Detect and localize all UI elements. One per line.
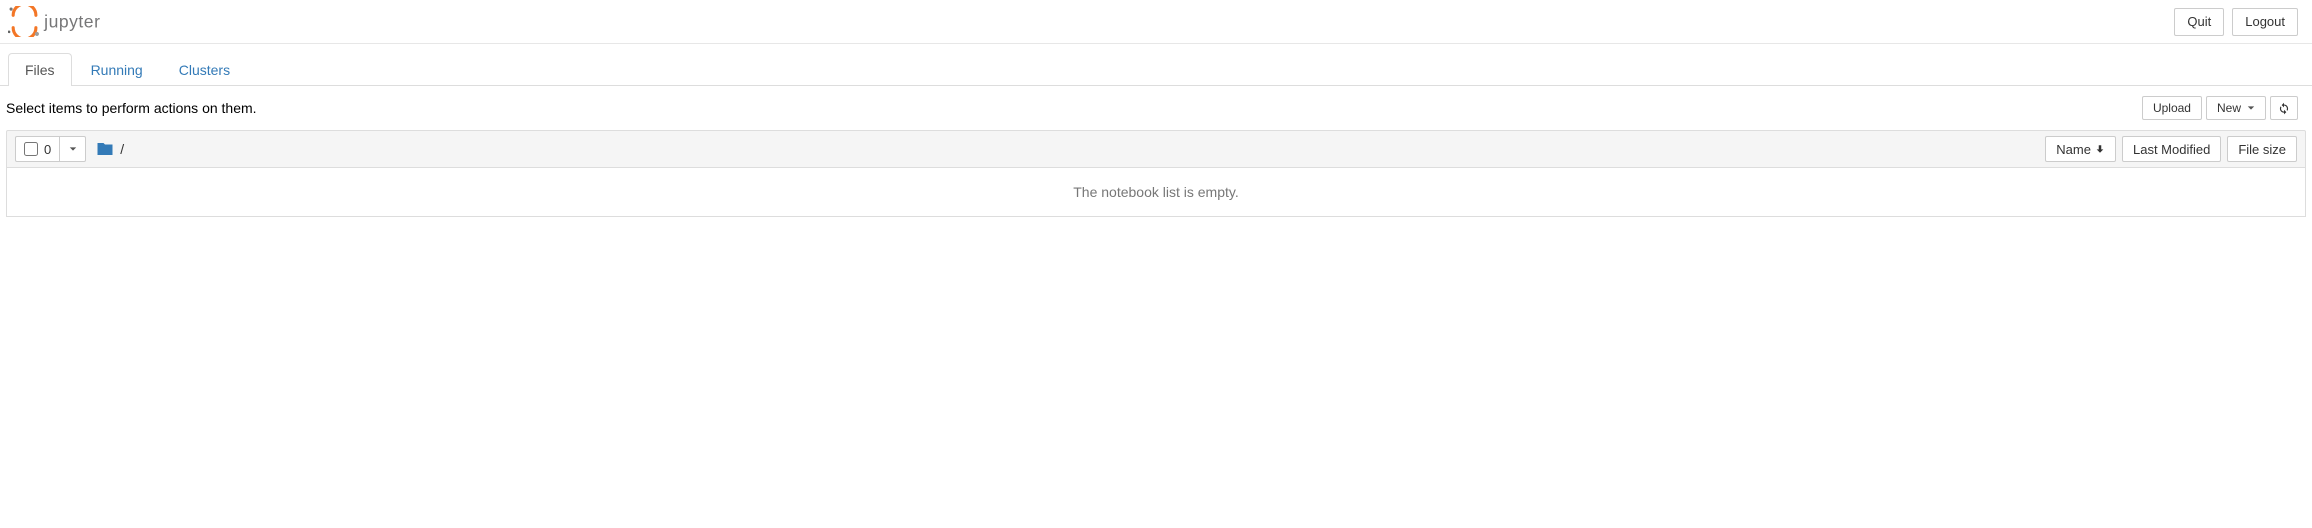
caret-down-icon xyxy=(2247,104,2255,112)
sort-name-button[interactable]: Name xyxy=(2045,136,2116,162)
select-menu-button[interactable] xyxy=(60,136,86,162)
selection-group: 0 xyxy=(15,136,86,162)
toolbar-hint: Select items to perform actions on them. xyxy=(6,100,257,116)
logout-button[interactable]: Logout xyxy=(2232,8,2298,36)
tab-files[interactable]: Files xyxy=(8,53,72,86)
new-button[interactable]: New xyxy=(2206,96,2266,120)
select-all-checkbox[interactable] xyxy=(24,142,38,156)
sort-name-label: Name xyxy=(2056,142,2091,157)
refresh-icon xyxy=(2277,101,2291,115)
empty-message: The notebook list is empty. xyxy=(1073,184,1238,200)
select-all-box[interactable]: 0 xyxy=(15,136,60,162)
tab-running[interactable]: Running xyxy=(74,53,160,86)
quit-button[interactable]: Quit xyxy=(2174,8,2224,36)
arrow-down-icon xyxy=(2095,144,2105,154)
sort-modified-label: Last Modified xyxy=(2133,142,2210,157)
toolbar-actions: Upload New xyxy=(2142,96,2306,120)
header-buttons: Quit Logout xyxy=(2174,8,2312,36)
brand-logo[interactable]: jupyter xyxy=(0,6,148,37)
svg-text:jupyter: jupyter xyxy=(43,12,100,32)
caret-down-icon xyxy=(69,145,77,153)
folder-icon[interactable] xyxy=(96,140,114,158)
tabs: Files Running Clusters xyxy=(0,52,2312,86)
breadcrumb-root[interactable]: / xyxy=(120,141,124,157)
refresh-button[interactable] xyxy=(2270,96,2298,120)
tab-clusters[interactable]: Clusters xyxy=(162,53,247,86)
sort-size-button[interactable]: File size xyxy=(2227,136,2297,162)
list-body: The notebook list is empty. xyxy=(6,168,2306,217)
selected-count: 0 xyxy=(44,142,51,157)
sort-size-label: File size xyxy=(2238,142,2286,157)
toolbar: Select items to perform actions on them.… xyxy=(0,86,2312,130)
sort-controls: Name Last Modified File size xyxy=(2045,136,2297,162)
page-header: jupyter Quit Logout xyxy=(0,0,2312,44)
list-header: 0 / Name Last Modified File size xyxy=(6,130,2306,168)
upload-button[interactable]: Upload xyxy=(2142,96,2202,120)
breadcrumb: / xyxy=(96,140,124,158)
file-list: 0 / Name Last Modified File size The not… xyxy=(0,130,2312,223)
new-button-label: New xyxy=(2217,102,2241,114)
jupyter-logo-icon: jupyter xyxy=(8,6,148,37)
sort-modified-button[interactable]: Last Modified xyxy=(2122,136,2221,162)
